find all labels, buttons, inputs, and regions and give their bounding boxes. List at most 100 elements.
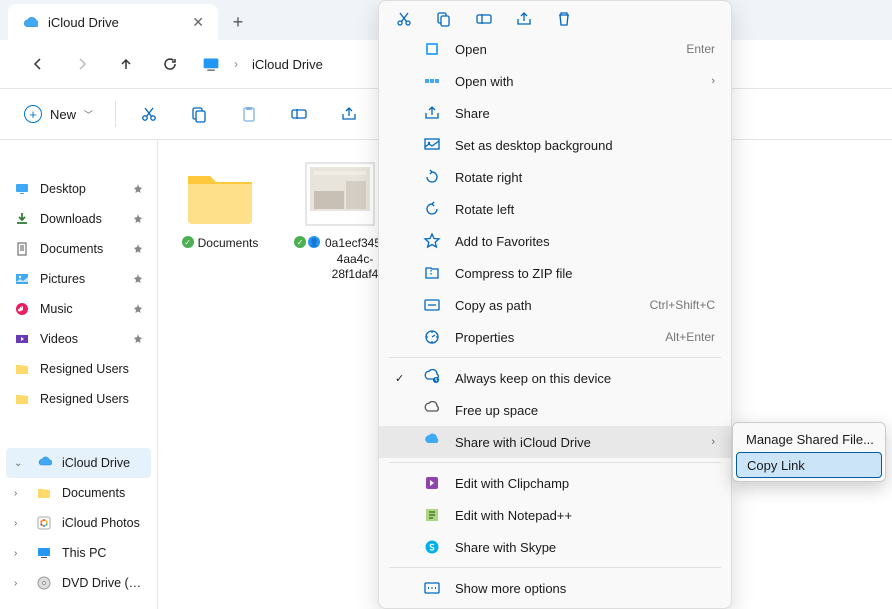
refresh-button[interactable]: [150, 44, 190, 84]
cut-icon[interactable]: [395, 10, 413, 28]
ctx-label: Share with iCloud Drive: [455, 435, 697, 450]
ctx-hint: Ctrl+Shift+C: [650, 298, 715, 312]
file-name: Documents: [198, 236, 259, 252]
sidebar-item-videos[interactable]: Videos: [6, 324, 151, 354]
expand-icon[interactable]: ›: [14, 518, 26, 529]
cloud-icon: [22, 14, 38, 30]
thispc-icon: [36, 545, 52, 561]
synced-badge-icon: ✓: [294, 236, 306, 248]
up-button[interactable]: [106, 44, 146, 84]
submenu-manage-shared-file-[interactable]: Manage Shared File...: [736, 426, 882, 452]
ctx-label: Compress to ZIP file: [455, 266, 715, 281]
forward-button[interactable]: [62, 44, 102, 84]
chevron-down-icon: ﹀: [84, 108, 93, 121]
ctx-label: Rotate right: [455, 170, 715, 185]
ctx-set-as-desktop-background[interactable]: ✓Set as desktop background: [379, 129, 731, 161]
new-tab-button[interactable]: +: [218, 4, 258, 40]
ctx-open-with[interactable]: ✓Open with›: [379, 65, 731, 97]
close-tab-icon[interactable]: ✕: [192, 14, 204, 31]
plus-icon: +: [24, 105, 42, 123]
icloud-icon: [36, 455, 52, 471]
downloads-icon: [14, 211, 30, 227]
expand-icon[interactable]: ⌄: [14, 458, 26, 469]
ctx-edit-with-notepad-[interactable]: ✓Edit with Notepad++: [379, 499, 731, 531]
ctx-rotate-left[interactable]: ✓Rotate left: [379, 193, 731, 225]
back-button[interactable]: [18, 44, 58, 84]
folder-icon: [14, 361, 30, 377]
expand-icon[interactable]: ›: [14, 548, 26, 559]
sidebar-item-documents[interactable]: Documents: [6, 234, 151, 264]
ctx-label: Open: [455, 42, 672, 57]
rename-icon[interactable]: [475, 10, 493, 28]
ctx-label: Always keep on this device: [455, 371, 715, 386]
file-item[interactable]: ✓👤 0a1ecf345-4aa4c-28f1daf4: [294, 158, 386, 283]
tree-item-documents[interactable]: ›Documents: [6, 478, 151, 508]
ctx-label: Edit with Clipchamp: [455, 476, 715, 491]
ctx-label: Properties: [455, 330, 651, 345]
copy-button[interactable]: [178, 95, 220, 133]
synced-badge-icon: ✓: [182, 236, 194, 248]
copy-icon[interactable]: [435, 10, 453, 28]
shared-badge-icon: 👤: [308, 236, 320, 248]
pin-icon: [133, 214, 143, 224]
cut-button[interactable]: [128, 95, 170, 133]
share-quick-icon[interactable]: [515, 10, 533, 28]
sidebar-item-resigned-users[interactable]: Resigned Users: [6, 354, 151, 384]
sidebar-label: Downloads: [40, 212, 123, 226]
new-button[interactable]: + New ﹀: [14, 100, 103, 128]
separator: [115, 101, 116, 127]
ctx-add-to-favorites[interactable]: ✓Add to Favorites: [379, 225, 731, 257]
sidebar-label: Resigned Users: [40, 392, 143, 406]
tree-item-this-pc[interactable]: ›This PC: [6, 538, 151, 568]
ctx-share-with-icloud-drive[interactable]: ✓Share with iCloud Drive›: [379, 426, 731, 458]
tab-title: iCloud Drive: [48, 15, 182, 30]
separator: [389, 462, 721, 463]
ctx-label: Set as desktop background: [455, 138, 715, 153]
separator: [389, 567, 721, 568]
file-badges: ✓: [182, 236, 194, 248]
sidebar-label: Videos: [40, 332, 123, 346]
ctx-free-up-space[interactable]: ✓Free up space: [379, 394, 731, 426]
sidebar-item-resigned-users[interactable]: Resigned Users: [6, 384, 151, 414]
keep-icon: [423, 369, 441, 387]
rename-button[interactable]: [278, 95, 320, 133]
ctx-copy-as-path[interactable]: ✓Copy as pathCtrl+Shift+C: [379, 289, 731, 321]
share-button[interactable]: [328, 95, 370, 133]
clip-icon: [423, 474, 441, 492]
tab-active[interactable]: iCloud Drive ✕: [8, 4, 218, 40]
tree-item-dvd-drive-(f:)[interactable]: › DVD Drive (F:): [6, 568, 151, 598]
sidebar-label: Documents: [40, 242, 123, 256]
ctx-properties[interactable]: ✓PropertiesAlt+Enter: [379, 321, 731, 353]
tree-item-icloud-drive[interactable]: ⌄ iCloud Drive: [6, 448, 151, 478]
expand-icon[interactable]: ›: [14, 578, 26, 589]
sidebar: Desktop Downloads Documents PicturesMusic Vi…: [0, 140, 158, 609]
monitor-icon: [202, 56, 220, 72]
pin-icon: [133, 304, 143, 314]
submenu-copy-link[interactable]: Copy Link: [736, 452, 882, 478]
file-name: 0a1ecf345-4aa4c-28f1daf4: [324, 236, 386, 283]
ctx-label: Free up space: [455, 403, 715, 418]
ctx-rotate-right[interactable]: ✓Rotate right: [379, 161, 731, 193]
share-icon: [423, 104, 441, 122]
paste-button[interactable]: [228, 95, 270, 133]
ctx-share-with-skype[interactable]: ✓Share with Skype: [379, 531, 731, 563]
ctx-always-keep-on-this-device[interactable]: ✓Always keep on this device: [379, 362, 731, 394]
zip-icon: [423, 264, 441, 282]
tree-label: DVD Drive (F:): [62, 576, 143, 590]
ctx-share[interactable]: ✓Share: [379, 97, 731, 129]
ctx-open[interactable]: ✓OpenEnter: [379, 33, 731, 65]
ctx-compress-to-zip-file[interactable]: ✓Compress to ZIP file: [379, 257, 731, 289]
sidebar-item-desktop[interactable]: Desktop: [6, 174, 151, 204]
sidebar-item-pictures[interactable]: Pictures: [6, 264, 151, 294]
tree-item-icloud-photos[interactable]: ›iCloud Photos: [6, 508, 151, 538]
sidebar-item-music[interactable]: Music: [6, 294, 151, 324]
ctx-edit-with-clipchamp[interactable]: ✓Edit with Clipchamp: [379, 467, 731, 499]
skype-icon: [423, 538, 441, 556]
breadcrumb[interactable]: › iCloud Drive: [202, 56, 323, 72]
sidebar-item-downloads[interactable]: Downloads: [6, 204, 151, 234]
file-item[interactable]: ✓ Documents: [174, 158, 266, 283]
ctx-show-more-options[interactable]: ✓Show more options: [379, 572, 731, 604]
delete-icon[interactable]: [555, 10, 573, 28]
tree-label: iCloud Drive: [62, 456, 143, 470]
expand-icon[interactable]: ›: [14, 488, 26, 499]
